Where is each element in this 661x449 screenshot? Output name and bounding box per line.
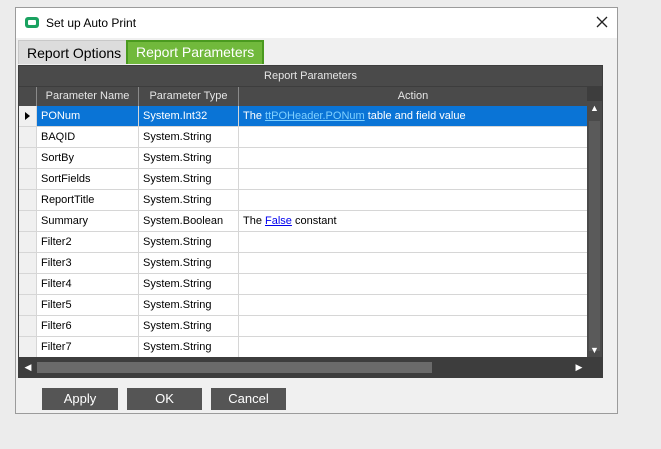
action-prefix: The	[243, 215, 266, 227]
cell-parameter-name[interactable]: Filter2	[37, 232, 139, 252]
scroll-right-arrow-icon[interactable]: ▶	[572, 360, 586, 375]
row-selector[interactable]	[19, 127, 37, 147]
cell-parameter-type[interactable]: System.String	[139, 316, 239, 336]
cell-parameter-type[interactable]: System.Int32	[139, 106, 239, 126]
cell-action[interactable]: The False constant	[239, 211, 587, 231]
horizontal-scrollbar[interactable]: ◀ ▶	[19, 358, 602, 377]
action-suffix: constant	[291, 215, 337, 227]
row-selector[interactable]	[19, 316, 37, 336]
row-selector[interactable]	[19, 253, 37, 273]
table-row[interactable]: Filter4 System.String	[19, 274, 587, 295]
scrollbar-corner	[587, 87, 602, 101]
cell-action[interactable]	[239, 274, 587, 294]
action-prefix: The	[243, 110, 266, 122]
vertical-scroll-thumb[interactable]	[589, 121, 600, 351]
table-row[interactable]: SortFields System.String	[19, 169, 587, 190]
cell-action[interactable]	[239, 253, 587, 273]
close-button[interactable]	[593, 13, 611, 31]
cell-parameter-name[interactable]: Filter5	[37, 295, 139, 315]
table-row[interactable]: ReportTitle System.String	[19, 190, 587, 211]
cell-parameter-type[interactable]: System.String	[139, 337, 239, 357]
cancel-button[interactable]: Cancel	[211, 388, 286, 410]
cell-parameter-type[interactable]: System.String	[139, 274, 239, 294]
cell-parameter-name[interactable]: ReportTitle	[37, 190, 139, 210]
apply-button[interactable]: Apply	[42, 388, 118, 410]
cell-action[interactable]	[239, 337, 587, 357]
table-row[interactable]: Filter2 System.String	[19, 232, 587, 253]
scroll-left-arrow-icon[interactable]: ◀	[21, 360, 35, 375]
auto-print-dialog: Set up Auto Print Report Options Report …	[15, 7, 618, 414]
cell-action[interactable]	[239, 127, 587, 147]
cell-parameter-type[interactable]: System.String	[139, 190, 239, 210]
horizontal-scroll-thumb[interactable]	[37, 362, 432, 373]
table-row[interactable]: Filter6 System.String	[19, 316, 587, 337]
close-icon	[596, 16, 608, 28]
tab-report-parameters[interactable]: Report Parameters	[126, 40, 265, 64]
row-selector[interactable]	[19, 274, 37, 294]
column-header-action[interactable]: Action	[239, 87, 587, 106]
cell-parameter-name[interactable]: Filter6	[37, 316, 139, 336]
window-title: Set up Auto Print	[46, 16, 137, 30]
row-selector-header	[19, 87, 37, 106]
row-selector[interactable]	[19, 148, 37, 168]
cell-parameter-name[interactable]: BAQID	[37, 127, 139, 147]
cell-parameter-type[interactable]: System.String	[139, 148, 239, 168]
row-selector[interactable]	[19, 295, 37, 315]
grid-body: PONum System.Int32 The ttPOHeader.PONum ta…	[19, 106, 587, 357]
column-header-parameter-type[interactable]: Parameter Type	[139, 87, 239, 106]
cell-parameter-name[interactable]: Summary	[37, 211, 139, 231]
table-row[interactable]: Filter5 System.String	[19, 295, 587, 316]
cell-action[interactable]	[239, 316, 587, 336]
table-row[interactable]: Filter3 System.String	[19, 253, 587, 274]
cell-parameter-type[interactable]: System.String	[139, 253, 239, 273]
row-selector[interactable]	[19, 211, 37, 231]
vertical-scrollbar[interactable]: ▲ ▼	[587, 87, 602, 357]
cell-parameter-name[interactable]: Filter7	[37, 337, 139, 357]
cell-action[interactable]	[239, 190, 587, 210]
ok-button[interactable]: OK	[127, 388, 202, 410]
cell-parameter-type[interactable]: System.Boolean	[139, 211, 239, 231]
table-row[interactable]: SortBy System.String	[19, 148, 587, 169]
cell-parameter-name[interactable]: SortBy	[37, 148, 139, 168]
cell-parameter-type[interactable]: System.String	[139, 127, 239, 147]
table-row[interactable]: PONum System.Int32 The ttPOHeader.PONum ta…	[19, 106, 587, 127]
cell-action[interactable]	[239, 148, 587, 168]
scroll-up-arrow-icon[interactable]: ▲	[587, 101, 602, 115]
cell-parameter-type[interactable]: System.String	[139, 295, 239, 315]
cell-parameter-name[interactable]: SortFields	[37, 169, 139, 189]
row-selector[interactable]	[19, 232, 37, 252]
title-bar: Set up Auto Print	[16, 8, 617, 38]
cell-parameter-type[interactable]: System.String	[139, 232, 239, 252]
table-row[interactable]: Filter7 System.String	[19, 337, 587, 357]
grid-header: Parameter Name Parameter Type Action	[19, 87, 587, 106]
action-link[interactable]: ttPOHeader.PONum	[265, 110, 365, 122]
cell-parameter-name[interactable]: PONum	[37, 106, 139, 126]
current-row-arrow-icon	[25, 112, 30, 120]
table-row[interactable]: BAQID System.String	[19, 127, 587, 148]
cell-action[interactable]	[239, 232, 587, 252]
row-selector[interactable]	[19, 337, 37, 357]
column-header-parameter-name[interactable]: Parameter Name	[37, 87, 139, 106]
cell-parameter-name[interactable]: Filter3	[37, 253, 139, 273]
grid-caption: Report Parameters	[19, 66, 602, 86]
table-row[interactable]: Summary System.Boolean The False constant	[19, 211, 587, 232]
action-link[interactable]: False	[265, 215, 292, 227]
app-icon	[25, 17, 39, 28]
action-suffix: table and field value	[364, 110, 466, 122]
scroll-down-arrow-icon[interactable]: ▼	[587, 343, 602, 357]
cell-action[interactable]	[239, 169, 587, 189]
row-selector[interactable]	[19, 190, 37, 210]
cell-action[interactable]: The ttPOHeader.PONum table and field val…	[239, 106, 587, 126]
tab-report-options[interactable]: Report Options	[18, 40, 131, 64]
row-selector[interactable]	[19, 169, 37, 189]
tab-strip: Report Options Report Parameters	[18, 40, 615, 64]
row-selector[interactable]	[19, 106, 37, 126]
cell-parameter-type[interactable]: System.String	[139, 169, 239, 189]
parameters-grid: Report Parameters Parameter Name Paramet…	[18, 65, 603, 378]
cell-parameter-name[interactable]: Filter4	[37, 274, 139, 294]
cell-action[interactable]	[239, 295, 587, 315]
